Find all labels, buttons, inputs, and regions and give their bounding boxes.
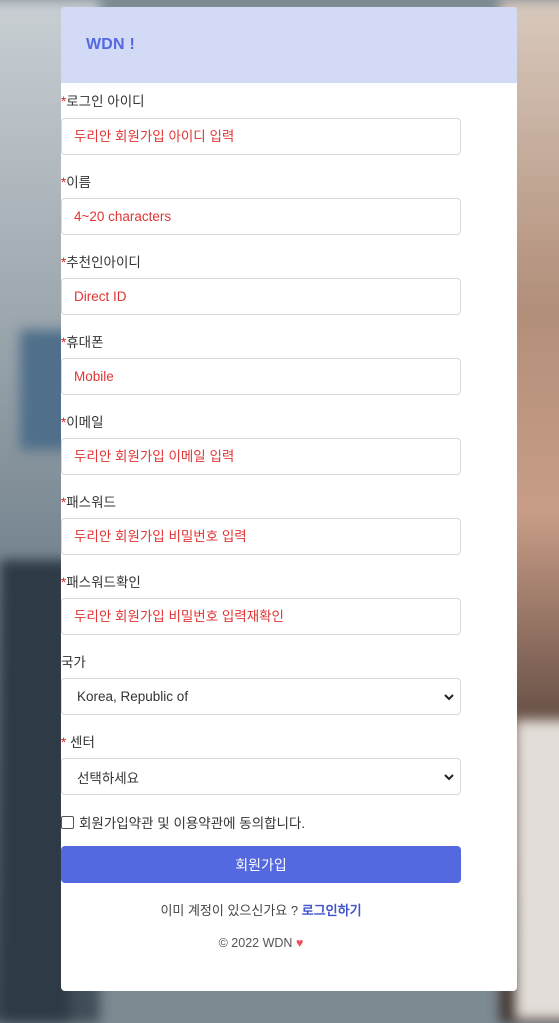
signup-card: WDN ! *로그인 아이디 *이름 *추천인아이디 *휴대폰 *이메일 *패스… bbox=[61, 7, 517, 991]
chevron-down-icon bbox=[444, 693, 454, 700]
brand-title: WDN ! bbox=[86, 36, 135, 53]
center-value: 선택하세요 bbox=[77, 770, 140, 786]
password-label: *패스워드 bbox=[61, 495, 116, 510]
password-input[interactable] bbox=[61, 518, 461, 555]
signup-button[interactable]: 회원가입 bbox=[61, 846, 461, 883]
country-select[interactable]: Korea, Republic of bbox=[61, 678, 461, 715]
password-confirm-label: *패스워드확인 bbox=[61, 575, 141, 590]
terms-checkbox[interactable] bbox=[61, 815, 74, 829]
email-input[interactable] bbox=[61, 438, 461, 475]
country-value: Korea, Republic of bbox=[77, 689, 189, 704]
login-id-label: *로그인 아이디 bbox=[61, 94, 145, 109]
center-select[interactable]: 선택하세요 bbox=[61, 758, 461, 795]
login-link[interactable]: 로그인하기 bbox=[302, 903, 362, 918]
heart-icon: ♥ bbox=[295, 936, 304, 950]
country-label: 국가 bbox=[61, 655, 86, 670]
copyright-text: © 2022 WDN bbox=[218, 936, 293, 950]
password-confirm-input[interactable] bbox=[61, 598, 461, 635]
terms-label: 회원가입약관 및 이용약관에 동의합니다. bbox=[79, 816, 306, 831]
referrer-id-label: *추천인아이디 bbox=[61, 255, 141, 270]
name-input[interactable] bbox=[61, 198, 461, 235]
mobile-label: *휴대폰 bbox=[61, 335, 104, 350]
footer: © 2022 WDN ♥ bbox=[61, 936, 461, 950]
card-header: WDN ! bbox=[61, 7, 517, 83]
name-label: *이름 bbox=[61, 175, 92, 190]
email-label: *이메일 bbox=[61, 415, 104, 430]
login-prompt: 이미 계정이 있으신가요 ? bbox=[160, 903, 299, 918]
chevron-down-icon bbox=[444, 773, 454, 780]
mobile-input[interactable] bbox=[61, 358, 461, 395]
center-label: * 센터 bbox=[61, 735, 95, 750]
login-id-input[interactable] bbox=[61, 118, 461, 155]
terms-agree[interactable]: 회원가입약관 및 이용약관에 동의합니다. bbox=[61, 812, 305, 832]
login-prompt-line: 이미 계정이 있으신가요 ? 로그인하기 bbox=[61, 900, 461, 919]
referrer-id-input[interactable] bbox=[61, 278, 461, 315]
required-mark: * bbox=[61, 735, 67, 750]
